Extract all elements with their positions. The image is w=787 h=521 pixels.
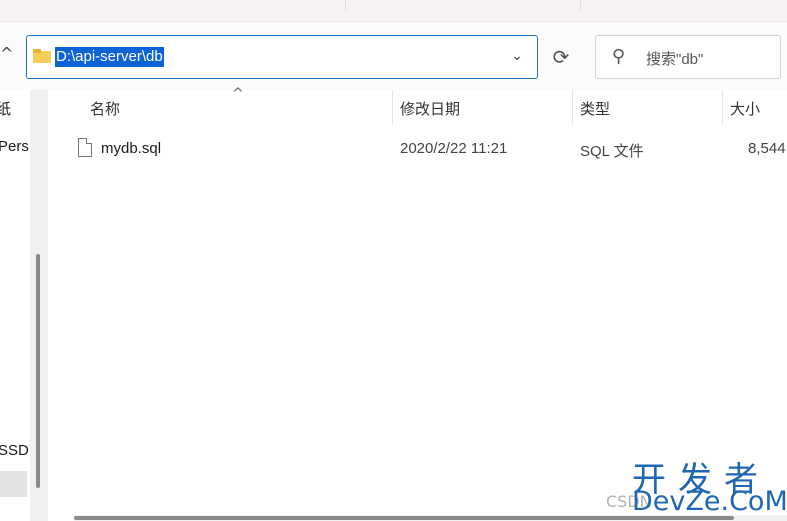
tab-divider [580,0,581,10]
address-bar[interactable]: D:\api-server\db ⌄ [26,35,538,79]
nav-item[interactable]: Pers [0,138,29,155]
file-name: mydb.sql [101,140,162,157]
watermark-en: DevZe.CoM [632,486,787,517]
nav-item[interactable]: 纸 [0,98,11,119]
column-divider[interactable] [572,90,573,124]
search-box[interactable]: ⚲ 搜索"db" [595,35,781,79]
nav-item[interactable]: SSD [0,442,29,459]
sort-caret-icon: ^ [232,86,244,102]
column-divider[interactable] [722,90,723,124]
watermark: 开发者 CSDN DevZe.CoM [606,452,787,521]
file-row[interactable]: mydb.sql 2020/2/22 11:21 SQL 文件 8,544 [48,130,787,168]
navigation-pane: 纸 Pers SSD [0,90,30,521]
file-icon [78,138,92,157]
column-divider[interactable] [392,90,393,124]
up-caret-icon[interactable]: ^ [0,44,13,63]
search-placeholder: 搜索"db" [646,51,704,68]
column-header-type[interactable]: 类型 [580,98,610,119]
nav-scrollbar-thumb[interactable] [36,254,40,488]
nav-selected-highlight [0,471,27,497]
refresh-icon: ⟳ [552,45,570,69]
column-header-size[interactable]: 大小 [730,98,760,119]
search-icon: ⚲ [612,46,626,67]
column-header-modified[interactable]: 修改日期 [400,98,460,119]
nav-scrollbar[interactable] [30,90,48,521]
chevron-down-icon[interactable]: ⌄ [511,48,523,64]
file-modified: 2020/2/22 11:21 [400,140,508,157]
column-header-name[interactable]: 名称 [90,98,120,119]
tab-divider [345,0,346,10]
file-size: 8,544 [748,140,786,157]
address-path[interactable]: D:\api-server\db [55,47,164,67]
title-strip [0,0,787,22]
file-type: SQL 文件 [580,143,644,160]
folder-icon [33,49,51,63]
refresh-button[interactable]: ⟳ [540,35,582,79]
